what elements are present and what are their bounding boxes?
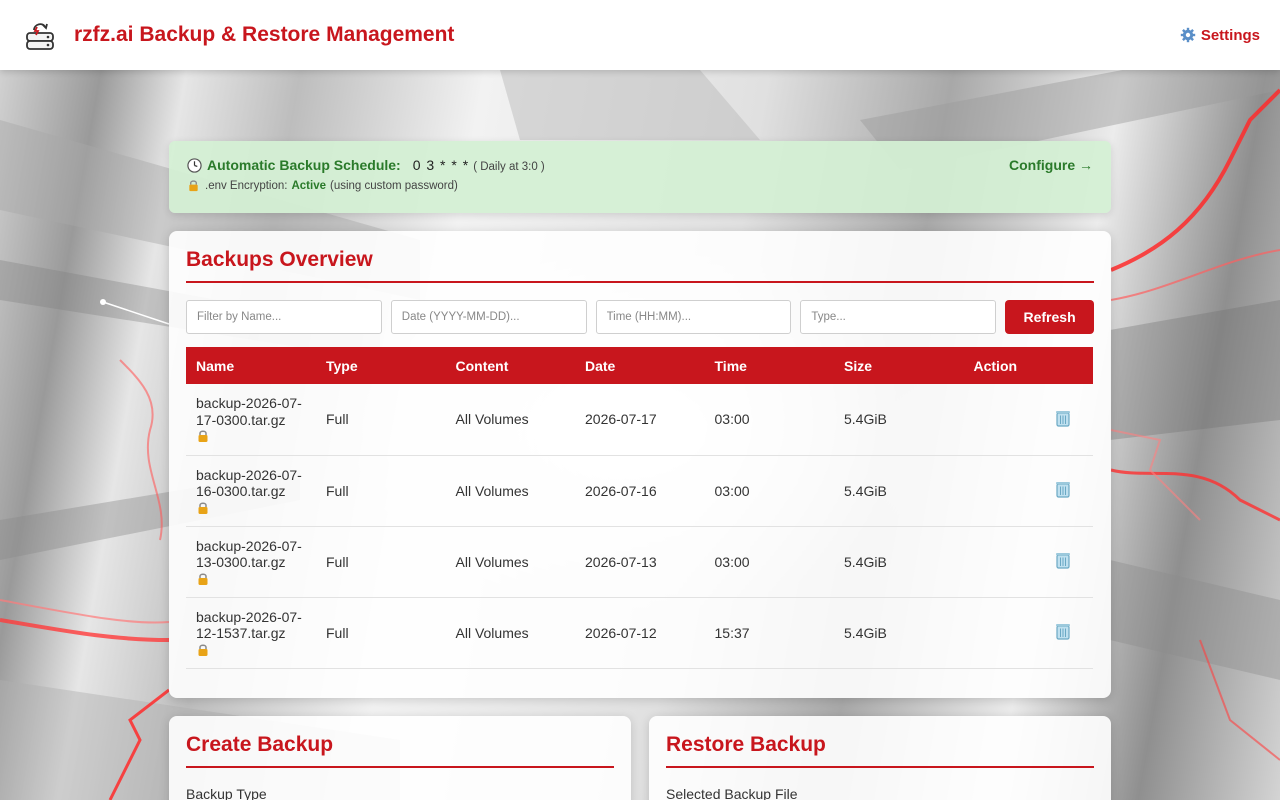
backup-drive-icon	[26, 23, 54, 50]
filter-time-input[interactable]	[595, 300, 792, 334]
encryption-note: (using custom password)	[330, 179, 458, 192]
backup-date-cell: 2026-07-12	[575, 597, 705, 669]
backup-size-cell: 5.4GiB	[834, 384, 964, 456]
backup-name-line2: 17-0300.tar.gz	[196, 411, 286, 428]
backup-content-cell: All Volumes	[445, 526, 575, 598]
backup-action-cell	[963, 526, 1093, 598]
cron-description: ( Daily at 3:0 )	[473, 161, 545, 173]
column-header-time[interactable]: Time	[705, 347, 835, 384]
trash-icon[interactable]	[1053, 621, 1073, 641]
backup-type-cell: Full	[316, 597, 446, 669]
backup-action-cell	[963, 455, 1093, 527]
backup-type-cell: Full	[316, 384, 446, 456]
filter-type-input[interactable]	[800, 300, 997, 334]
backup-content-cell: All Volumes	[445, 455, 575, 527]
backup-name-line2: 16-0300.tar.gz	[196, 483, 286, 499]
configure-link[interactable]: Configure →	[1009, 157, 1093, 173]
encrypted-lock-icon	[198, 502, 208, 514]
trash-icon[interactable]	[1053, 408, 1073, 428]
backup-name-cell: backup-2026-07- 17-0300.tar.gz	[186, 384, 316, 456]
backup-time-cell: 15:37	[704, 597, 834, 669]
backup-content-cell: All Volumes	[445, 597, 575, 669]
backup-date-cell: 2026-07-17	[575, 384, 705, 456]
backup-name-line1: backup-2026-07-	[196, 608, 302, 625]
lock-icon	[189, 180, 198, 192]
column-header-type[interactable]: Type	[316, 347, 446, 384]
encrypted-lock-icon	[198, 644, 208, 656]
overview-title: Backups Overview	[186, 248, 1094, 283]
backup-name-cell: backup-2026-07- 13-0300.tar.gz	[186, 526, 316, 598]
selected-backup-file-label: Selected Backup File	[666, 786, 798, 800]
backup-name-cell: backup-2026-07- 12-1537.tar.gz	[186, 597, 316, 669]
backup-date-cell: 2026-07-13	[575, 526, 705, 598]
clock-icon	[187, 157, 202, 173]
backup-content-cell: All Volumes	[445, 384, 575, 456]
backup-name-line2: 12-1537.tar.gz	[196, 625, 286, 641]
backup-time-cell: 03:00	[704, 384, 834, 456]
backup-name-line1: backup-2026-07-	[196, 466, 302, 483]
backup-name-line1: backup-2026-07-	[196, 395, 302, 412]
backup-type-cell: Full	[316, 455, 446, 527]
restore-backup-title: Restore Backup	[666, 733, 1094, 768]
table-row[interactable]: backup-2026-07- 17-0300.tar.gz Full All …	[186, 384, 1093, 456]
backup-name-cell: backup-2026-07- 16-0300.tar.gz	[186, 455, 316, 527]
backup-name-line1: backup-2026-07-	[196, 537, 302, 554]
backup-date-cell: 2026-07-16	[575, 455, 705, 527]
backup-size-cell: 5.4GiB	[834, 597, 964, 669]
column-header-action: Action	[973, 357, 1018, 374]
encryption-status: Active	[291, 179, 326, 192]
backup-size-cell: 5.4GiB	[834, 455, 964, 527]
app-header: rzfz.ai Backup & Restore Management Sett…	[0, 0, 1280, 70]
filter-date-input[interactable]	[390, 300, 587, 334]
column-header-name[interactable]: Name	[186, 347, 316, 384]
schedule-label: Automatic Backup Schedule:	[207, 157, 401, 173]
restore-backup-card: Restore Backup Selected Backup File	[649, 716, 1111, 800]
settings-link[interactable]: Settings	[1180, 27, 1260, 44]
backups-overview-card: Backups Overview Refresh Name Type Conte…	[169, 231, 1111, 698]
backup-name-line2: 13-0300.tar.gz	[196, 554, 286, 570]
trash-icon[interactable]	[1053, 550, 1073, 570]
encrypted-lock-icon	[198, 430, 208, 443]
filter-bar: Refresh	[186, 300, 1095, 334]
backup-action-cell	[963, 597, 1093, 669]
cron-expression: 0 3 * * *	[412, 157, 470, 173]
table-row[interactable]: backup-2026-07- 16-0300.tar.gz Full All …	[186, 455, 1093, 527]
settings-label: Settings	[1200, 26, 1260, 44]
backup-time-cell: 03:00	[704, 526, 834, 598]
refresh-button[interactable]: Refresh	[1005, 300, 1095, 334]
backup-size-cell: 5.4GiB	[834, 526, 964, 598]
backup-type-cell: Full	[316, 526, 446, 598]
column-header-date[interactable]: Date	[575, 347, 705, 384]
create-backup-card: Create Backup Backup Type	[169, 716, 631, 800]
backup-time-cell: 03:00	[704, 455, 834, 527]
trash-icon[interactable]	[1053, 479, 1073, 499]
schedule-banner: Automatic Backup Schedule: 0 3 * * * ( D…	[169, 141, 1111, 213]
filter-name-input[interactable]	[186, 300, 382, 334]
app-title: rzfz.ai Backup & Restore Management	[74, 23, 455, 46]
column-header-content[interactable]: Content	[446, 347, 576, 384]
encrypted-lock-icon	[198, 573, 208, 585]
table-header-row: Name Type Content Date Time Size Action	[186, 347, 1093, 384]
encryption-prefix: .env Encryption:	[205, 179, 288, 192]
gear-icon	[1180, 27, 1196, 43]
table-row[interactable]: backup-2026-07- 12-1537.tar.gz Full All …	[186, 597, 1093, 669]
column-header-size[interactable]: Size	[834, 347, 964, 384]
table-row[interactable]: backup-2026-07- 13-0300.tar.gz Full All …	[186, 526, 1093, 598]
backup-action-cell	[963, 384, 1093, 456]
backup-type-label: Backup Type	[186, 786, 267, 800]
backups-table: Name Type Content Date Time Size Action …	[186, 347, 1093, 669]
create-backup-title: Create Backup	[186, 733, 614, 768]
